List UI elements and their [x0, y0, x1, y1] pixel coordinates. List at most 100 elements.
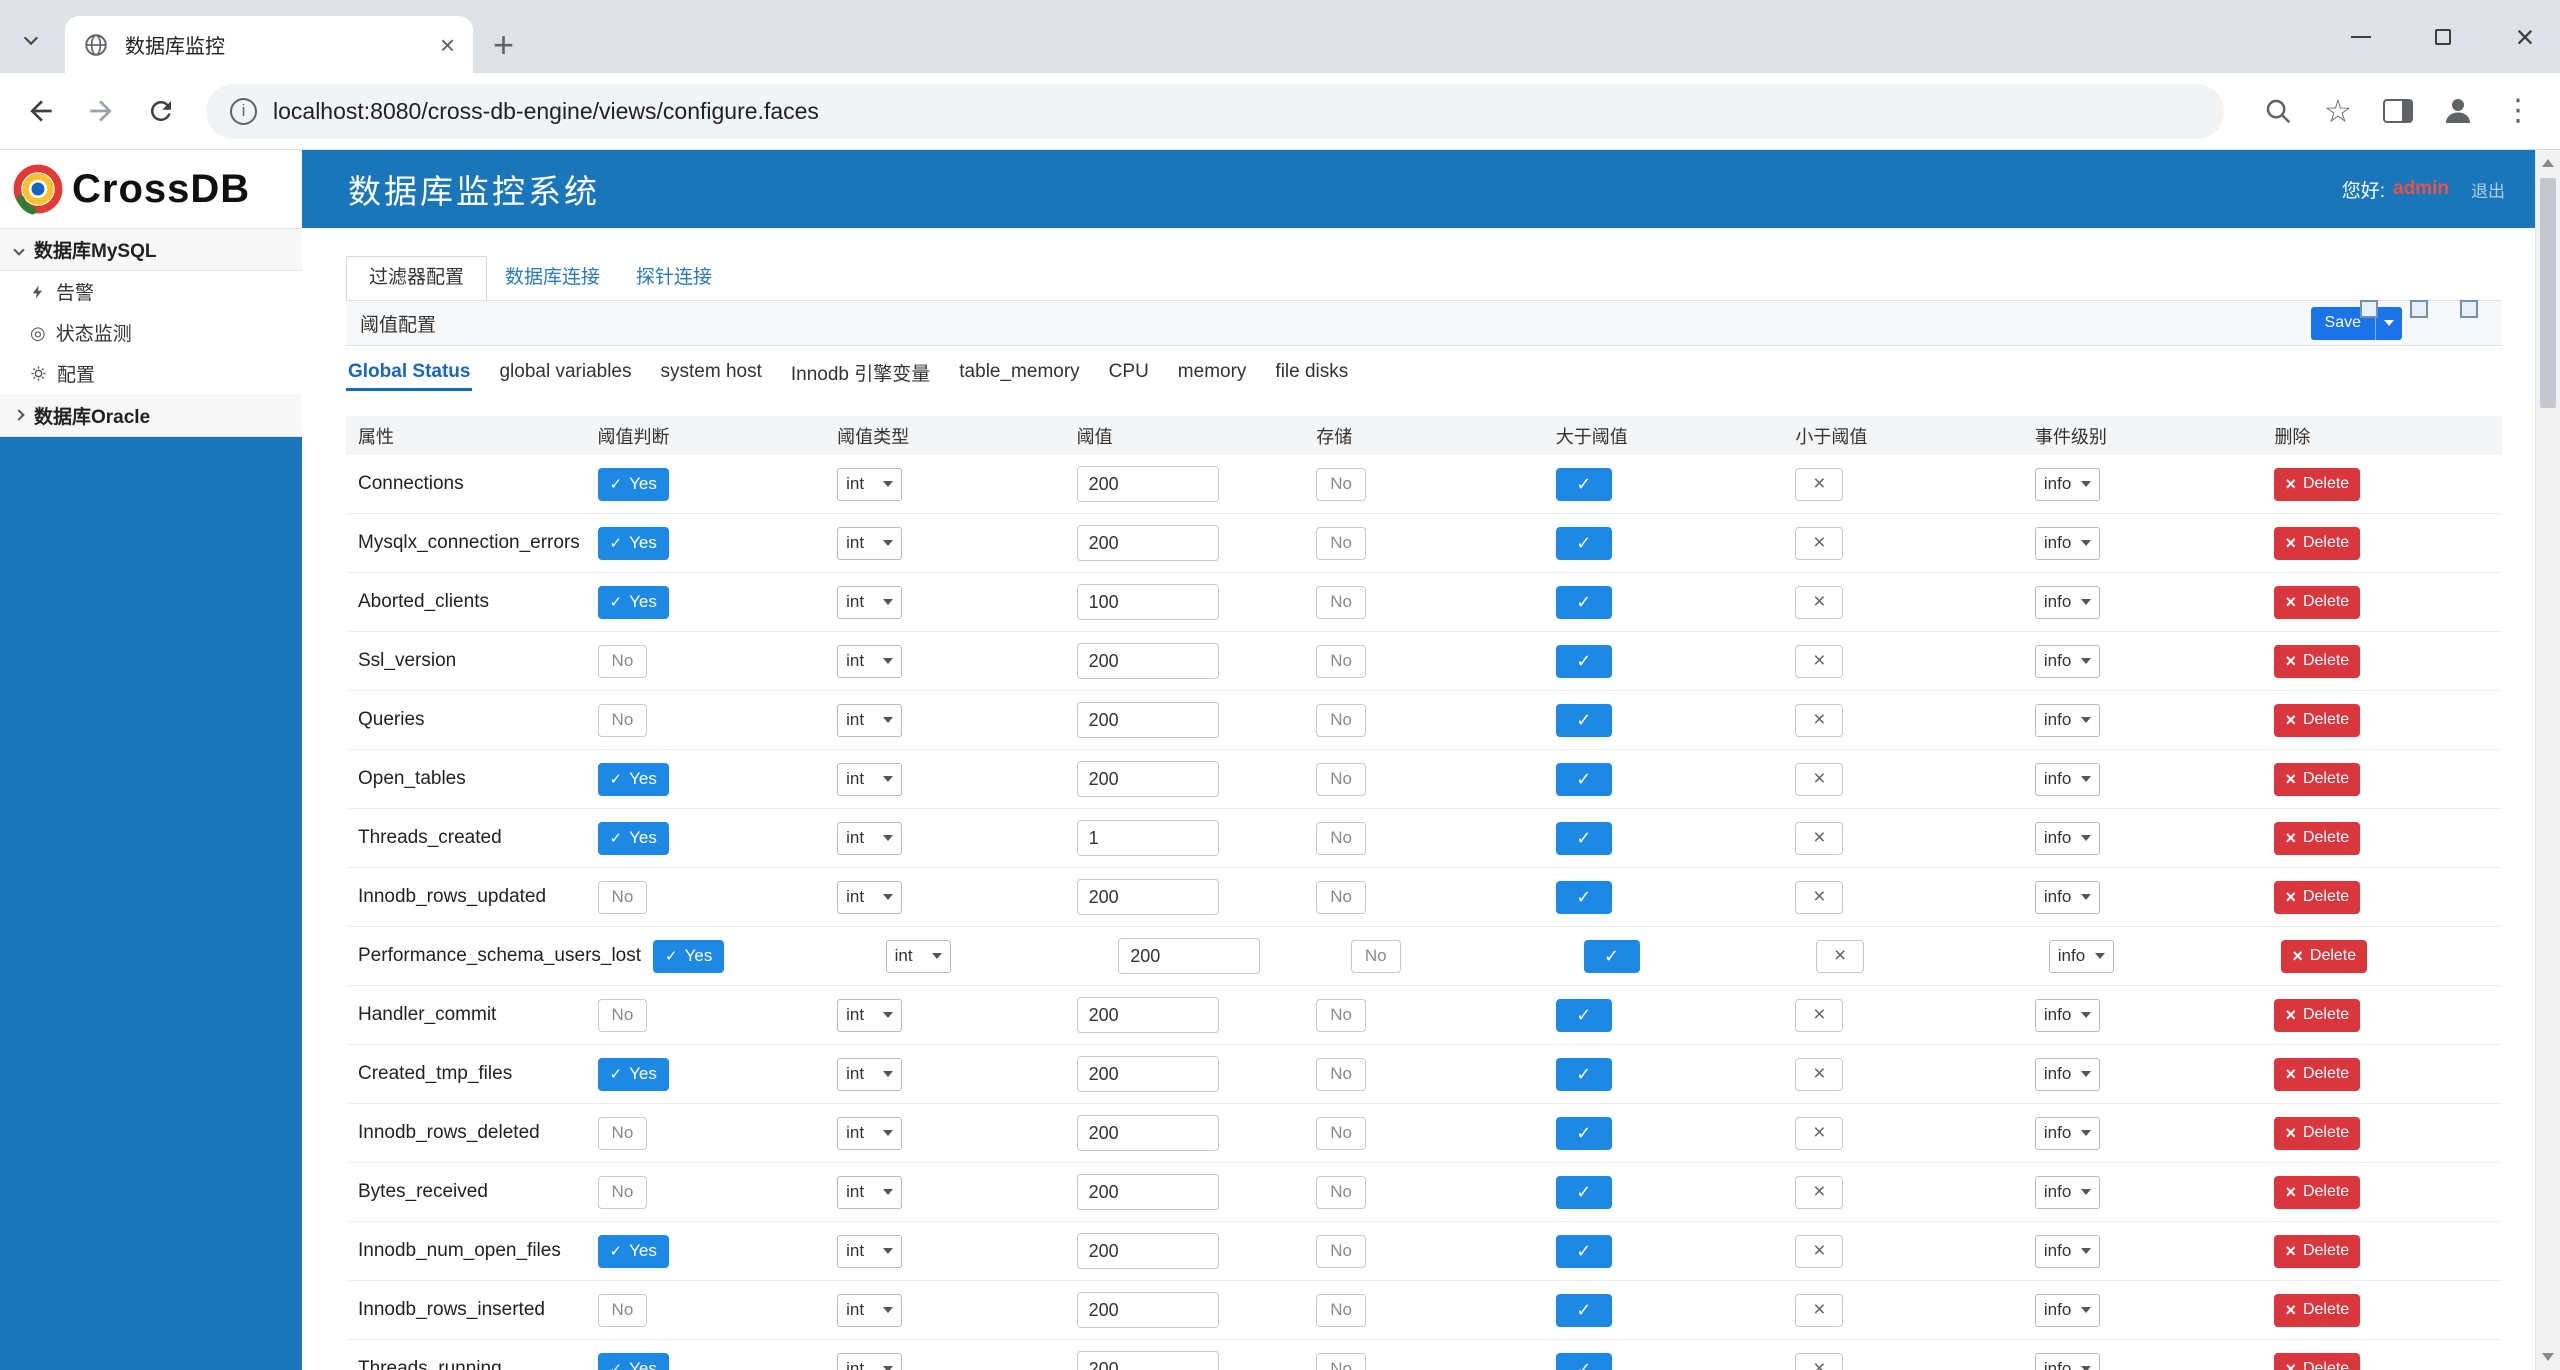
- delete-button[interactable]: × Delete: [2274, 1352, 2361, 1370]
- event-level-select[interactable]: info: [2034, 585, 2100, 619]
- threshold-type-select[interactable]: int: [837, 821, 903, 855]
- threshold-type-select[interactable]: int: [837, 1175, 903, 1209]
- logout-link[interactable]: 退出: [2471, 177, 2505, 202]
- delete-button[interactable]: × Delete: [2274, 762, 2361, 796]
- threshold-type-select[interactable]: int: [837, 1352, 903, 1370]
- threshold-judge-toggle[interactable]: ✓ Yes: [597, 1057, 669, 1091]
- less-than-toggle[interactable]: ×: [1795, 703, 1844, 737]
- threshold-judge-toggle[interactable]: ✓ Yes: [597, 467, 669, 501]
- event-level-select[interactable]: info: [2034, 1234, 2100, 1268]
- threshold-type-select[interactable]: int: [837, 762, 903, 796]
- portlet-icon-1[interactable]: [2360, 300, 2378, 318]
- scroll-up-arrow-icon[interactable]: [2542, 159, 2554, 167]
- delete-button[interactable]: × Delete: [2274, 585, 2361, 619]
- subtab-memory[interactable]: memory: [1176, 353, 1249, 391]
- greater-than-toggle[interactable]: ✓: [1555, 880, 1612, 914]
- threshold-type-select[interactable]: int: [837, 644, 903, 678]
- event-level-select[interactable]: info: [2034, 526, 2100, 560]
- event-level-select[interactable]: info: [2048, 939, 2114, 973]
- threshold-value-input[interactable]: [1076, 1174, 1219, 1210]
- url-text[interactable]: localhost:8080/cross-db-engine/views/con…: [273, 98, 819, 125]
- less-than-toggle[interactable]: ×: [1795, 1057, 1844, 1091]
- threshold-judge-toggle[interactable]: ✓ Yes: [597, 526, 669, 560]
- greater-than-toggle[interactable]: ✓: [1555, 1175, 1612, 1209]
- storage-toggle[interactable]: No: [1316, 1057, 1366, 1091]
- storage-toggle[interactable]: No: [1316, 821, 1366, 855]
- threshold-type-select[interactable]: int: [837, 880, 903, 914]
- subtab-file-disks[interactable]: file disks: [1273, 353, 1350, 391]
- threshold-judge-toggle[interactable]: No: [597, 880, 648, 914]
- less-than-toggle[interactable]: ×: [1795, 467, 1844, 501]
- event-level-select[interactable]: info: [2034, 821, 2100, 855]
- subtab-table-memory[interactable]: table_memory: [957, 353, 1081, 391]
- tab-db-connection[interactable]: 数据库连接: [487, 256, 618, 300]
- storage-toggle[interactable]: No: [1350, 939, 1401, 973]
- zoom-icon[interactable]: [2256, 89, 2300, 133]
- threshold-judge-toggle[interactable]: ✓ Yes: [597, 1352, 669, 1370]
- threshold-value-input[interactable]: [1076, 997, 1219, 1033]
- threshold-judge-toggle[interactable]: No: [597, 703, 648, 737]
- event-level-select[interactable]: info: [2034, 1175, 2100, 1209]
- event-level-select[interactable]: info: [2034, 762, 2100, 796]
- event-level-select[interactable]: info: [2034, 1057, 2100, 1091]
- threshold-type-select[interactable]: int: [837, 1293, 903, 1327]
- threshold-value-input[interactable]: [1076, 820, 1219, 856]
- storage-toggle[interactable]: No: [1316, 1116, 1366, 1150]
- threshold-judge-toggle[interactable]: ✓ Yes: [597, 821, 669, 855]
- greater-than-toggle[interactable]: ✓: [1555, 1057, 1612, 1091]
- greater-than-toggle[interactable]: ✓: [1555, 1352, 1612, 1370]
- storage-toggle[interactable]: No: [1316, 467, 1366, 501]
- sidebar-item-alert[interactable]: 告警: [0, 271, 302, 312]
- threshold-value-input[interactable]: [1076, 1233, 1219, 1269]
- storage-toggle[interactable]: No: [1316, 1175, 1366, 1209]
- sidebar-group-mysql[interactable]: 数据库MySQL: [0, 228, 302, 271]
- threshold-type-select[interactable]: int: [837, 467, 903, 501]
- window-restore-button[interactable]: [2428, 22, 2460, 52]
- greater-than-toggle[interactable]: ✓: [1555, 998, 1612, 1032]
- portlet-icon-2[interactable]: [2410, 300, 2428, 318]
- page-scrollbar[interactable]: [2535, 150, 2560, 1370]
- delete-button[interactable]: × Delete: [2274, 998, 2361, 1032]
- greater-than-toggle[interactable]: ✓: [1555, 1234, 1612, 1268]
- threshold-judge-toggle[interactable]: No: [597, 1116, 648, 1150]
- threshold-value-input[interactable]: [1076, 466, 1219, 502]
- greater-than-toggle[interactable]: ✓: [1583, 939, 1640, 973]
- delete-button[interactable]: × Delete: [2274, 1293, 2361, 1327]
- event-level-select[interactable]: info: [2034, 880, 2100, 914]
- portlet-icon-3[interactable]: [2460, 300, 2478, 318]
- greater-than-toggle[interactable]: ✓: [1555, 644, 1612, 678]
- browser-menu-button[interactable]: ⋮: [2496, 89, 2540, 133]
- threshold-type-select[interactable]: int: [837, 1116, 903, 1150]
- threshold-judge-toggle[interactable]: ✓ Yes: [653, 939, 725, 973]
- sidebar-item-config[interactable]: 配置: [0, 353, 302, 394]
- greater-than-toggle[interactable]: ✓: [1555, 1116, 1612, 1150]
- less-than-toggle[interactable]: ×: [1795, 585, 1844, 619]
- delete-button[interactable]: × Delete: [2281, 939, 2368, 973]
- greater-than-toggle[interactable]: ✓: [1555, 821, 1612, 855]
- subtab-innodb-vars[interactable]: Innodb 引擎变量: [789, 351, 932, 394]
- less-than-toggle[interactable]: ×: [1795, 762, 1844, 796]
- threshold-value-input[interactable]: [1076, 525, 1219, 561]
- delete-button[interactable]: × Delete: [2274, 1116, 2361, 1150]
- new-tab-button[interactable]: +: [493, 27, 514, 63]
- storage-toggle[interactable]: No: [1316, 526, 1366, 560]
- event-level-select[interactable]: info: [2034, 1293, 2100, 1327]
- greater-than-toggle[interactable]: ✓: [1555, 1293, 1612, 1327]
- subtab-global-status[interactable]: Global Status: [346, 353, 473, 391]
- storage-toggle[interactable]: No: [1316, 1293, 1366, 1327]
- tab-close-icon[interactable]: ×: [440, 32, 455, 58]
- side-panel-icon[interactable]: [2376, 89, 2420, 133]
- tab-filter-config[interactable]: 过滤器配置: [346, 256, 488, 300]
- sidebar-item-status[interactable]: ◎ 状态监测: [0, 312, 302, 353]
- less-than-toggle[interactable]: ×: [1795, 526, 1844, 560]
- delete-button[interactable]: × Delete: [2274, 1057, 2361, 1091]
- threshold-type-select[interactable]: int: [837, 1234, 903, 1268]
- greater-than-toggle[interactable]: ✓: [1555, 762, 1612, 796]
- event-level-select[interactable]: info: [2034, 998, 2100, 1032]
- less-than-toggle[interactable]: ×: [1795, 1352, 1844, 1370]
- storage-toggle[interactable]: No: [1316, 1352, 1366, 1370]
- delete-button[interactable]: × Delete: [2274, 703, 2361, 737]
- storage-toggle[interactable]: No: [1316, 703, 1366, 737]
- threshold-type-select[interactable]: int: [837, 585, 903, 619]
- threshold-judge-toggle[interactable]: No: [597, 998, 648, 1032]
